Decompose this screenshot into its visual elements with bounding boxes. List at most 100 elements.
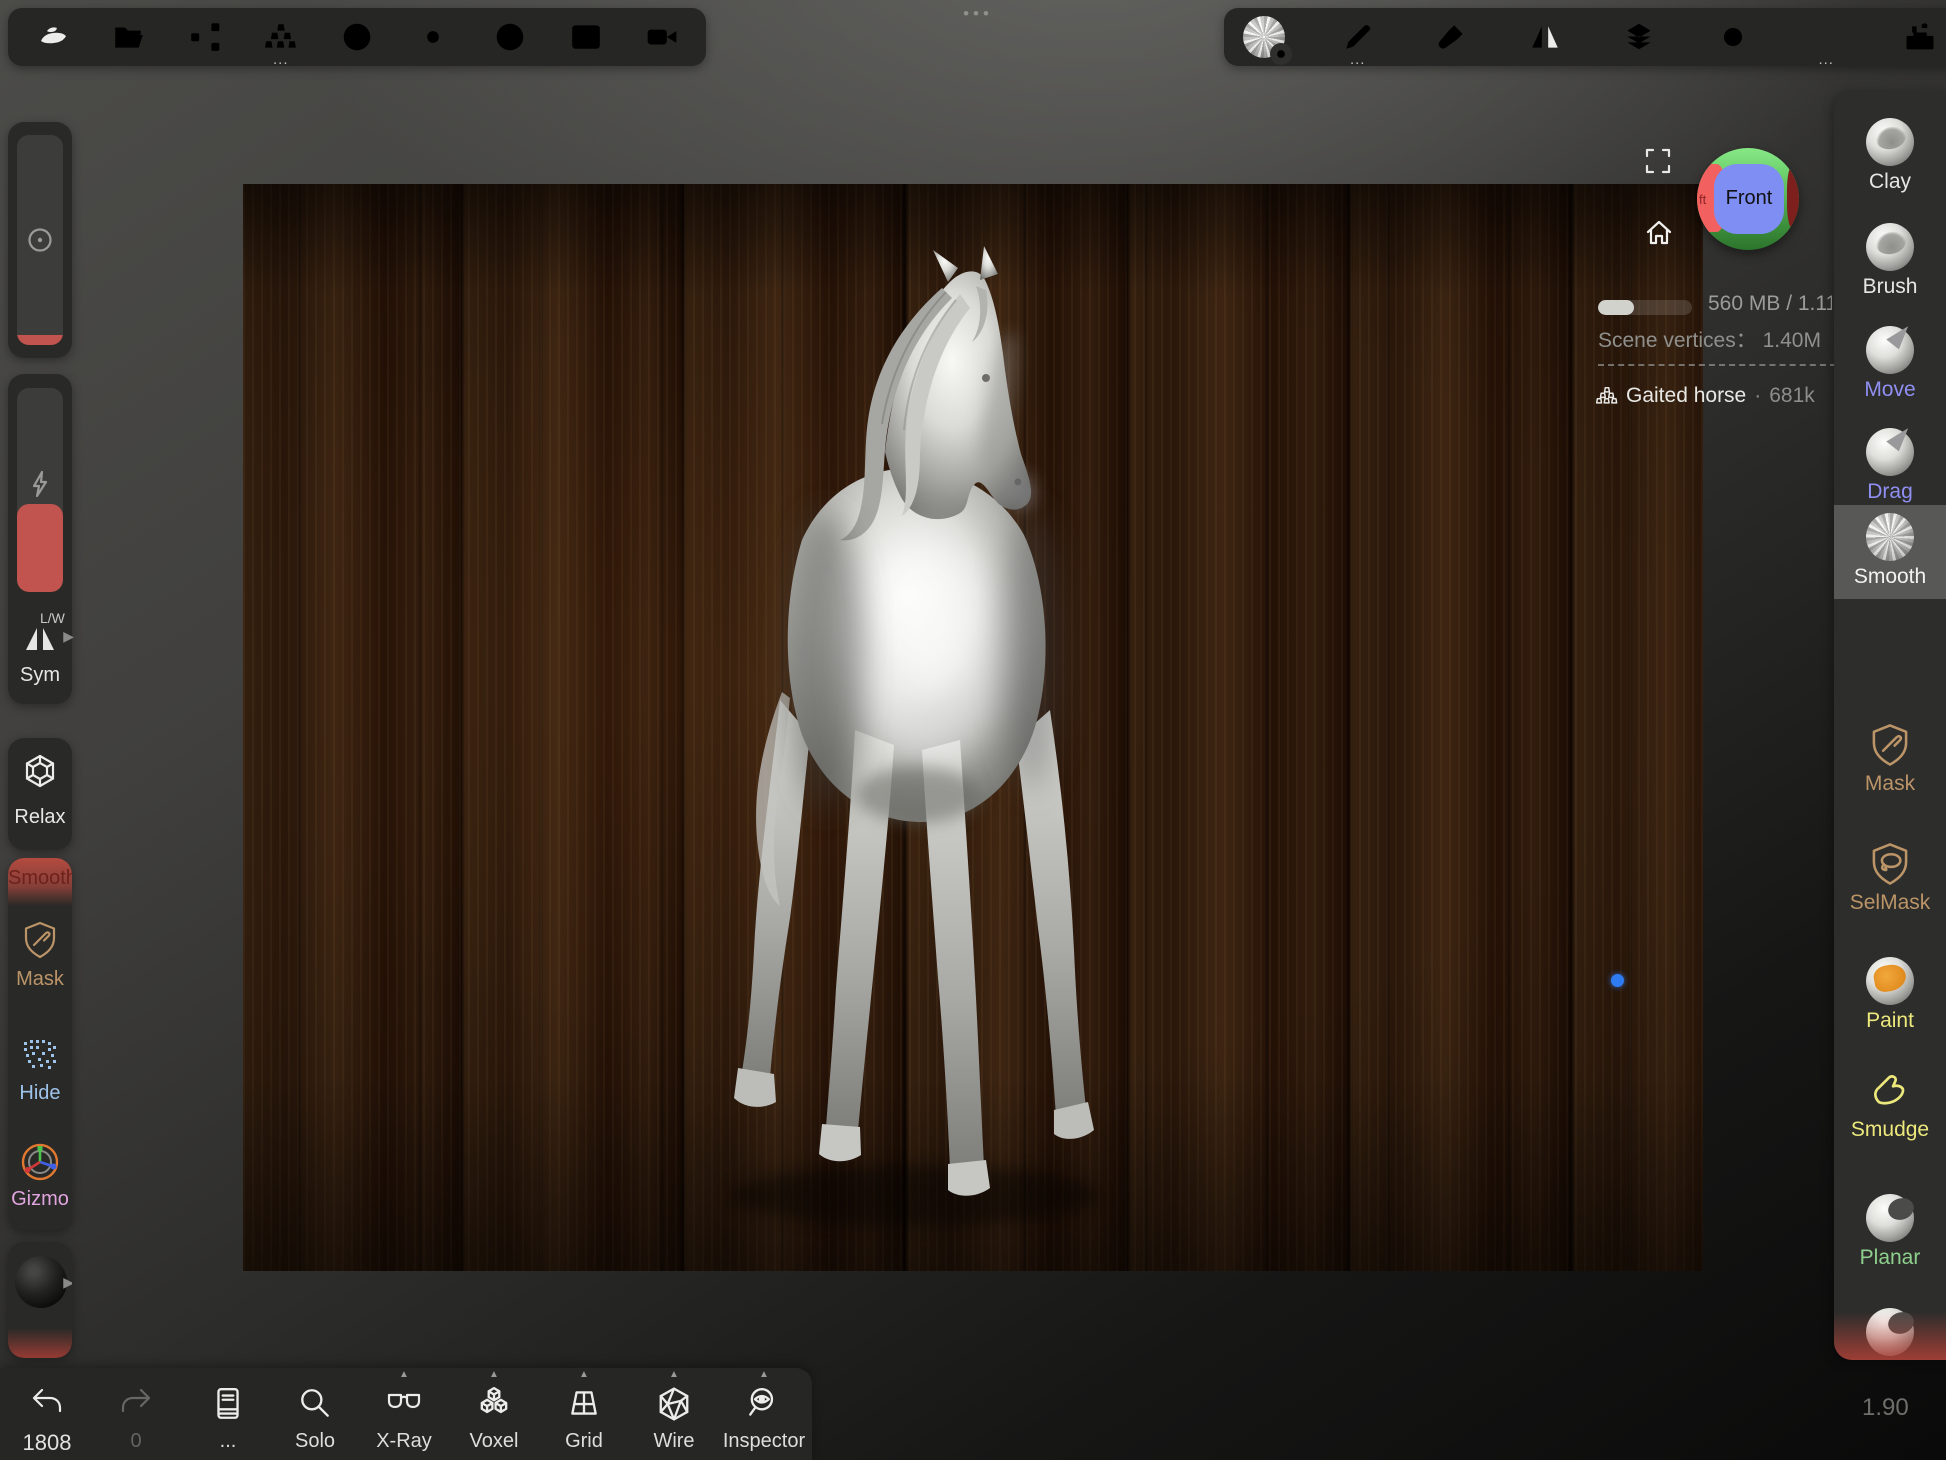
mesh-pyramid-icon [1596, 385, 1618, 407]
mask-label: Mask [8, 968, 72, 991]
gizmo-front-face[interactable]: Front [1714, 164, 1783, 233]
swipe-up-caret-icon: ▲ [628, 1369, 720, 1380]
tool-planar[interactable]: Planar [1834, 1190, 1946, 1286]
tool-brush[interactable]: Brush [1834, 219, 1946, 315]
gizmo-axes-icon [18, 1140, 62, 1189]
object-separator: · [1754, 384, 1761, 408]
settings-gear-icon[interactable] [1711, 15, 1755, 59]
toggle-label: X-Ray [358, 1430, 450, 1453]
scene-vertices-stat: Scene vertices： 1.40M [1598, 324, 1838, 354]
app-logo-icon[interactable] [30, 15, 74, 59]
files-folder-icon[interactable] [106, 15, 150, 59]
orientation-gizmo-ball[interactable]: Front ft [1697, 148, 1799, 250]
toggle-xray[interactable]: ▲ X-Ray [358, 1368, 450, 1460]
planar-sphere-thumb [1866, 1194, 1914, 1242]
relax-button[interactable]: Relax [8, 738, 72, 850]
primitives-pyramid-icon[interactable]: ... [259, 15, 303, 59]
tool-label: Planar [1834, 1246, 1946, 1270]
material-expand-caret-icon[interactable]: ▶ [63, 1274, 72, 1291]
tool-label: Paint [1834, 1009, 1946, 1033]
object-name: Gaited horse [1626, 384, 1746, 408]
drag-sphere-thumb [1866, 428, 1914, 476]
tool-label: Smooth [1834, 565, 1946, 589]
selmask-shield-lasso-icon [1868, 841, 1912, 887]
gizmo-button[interactable]: Gizmo [8, 1124, 72, 1230]
material-sphere-icon[interactable] [335, 15, 379, 59]
toggle-voxel[interactable]: ▲ Voxel [448, 1368, 540, 1460]
intensity-sym-panel: L/W ▶ Sym [8, 374, 72, 704]
toggle-label: Grid [538, 1430, 630, 1453]
tool-mask[interactable]: Mask [1834, 716, 1946, 812]
object-vertex-count: 681k [1769, 384, 1815, 408]
horse-model[interactable] [630, 230, 1190, 1270]
undo-button[interactable]: 1808 [1, 1368, 93, 1460]
layers-icon[interactable] [1617, 15, 1661, 59]
tool-label: Smudge [1834, 1118, 1946, 1142]
sculpt-viewport[interactable] [243, 184, 1703, 1271]
tool-paint[interactable]: Paint [1834, 953, 1946, 1049]
tool-move[interactable]: Move [1834, 322, 1946, 418]
sym-button[interactable]: L/W ▶ Sym [8, 602, 72, 698]
undo-count: 1808 [1, 1430, 93, 1456]
redo-button[interactable]: 0 [90, 1368, 182, 1460]
mask-button[interactable]: Mask [8, 896, 72, 1014]
material-ball[interactable] [15, 1256, 67, 1308]
brush-sphere-thumb [1866, 223, 1914, 271]
memory-usage-fill [1598, 300, 1634, 315]
toggle-solo[interactable]: Solo [269, 1368, 361, 1460]
sym-mirror-icon [23, 624, 57, 654]
radius-slider[interactable] [17, 135, 63, 345]
home-view-icon[interactable] [1644, 218, 1674, 248]
intensity-slider[interactable] [17, 388, 63, 592]
render-aperture-icon[interactable] [488, 15, 532, 59]
adjustments-sliders-icon[interactable]: ... [1804, 15, 1848, 59]
tool-label: Mask [1834, 772, 1946, 796]
toolbox-icon[interactable] [1898, 15, 1942, 59]
mask-shield-brush-icon [1868, 722, 1912, 768]
radius-slider-fill [17, 335, 63, 345]
history-button[interactable]: ... [182, 1368, 274, 1460]
tool-smudge[interactable]: Smudge [1834, 1062, 1946, 1158]
toggle-label: Solo [269, 1430, 361, 1453]
scene-vertices-value: 1.40M [1763, 329, 1821, 352]
painting-brush-icon[interactable] [1429, 15, 1473, 59]
toggle-wire[interactable]: ▲ Wire [628, 1368, 720, 1460]
symmetry-mirror-icon[interactable] [1523, 15, 1567, 59]
fullscreen-icon[interactable] [1643, 146, 1673, 176]
tool-selmask[interactable]: SelMask [1834, 835, 1946, 931]
toggle-grid[interactable]: ▲ Grid [538, 1368, 630, 1460]
scene-graph-icon[interactable] [183, 15, 227, 59]
background-image-icon[interactable] [564, 15, 608, 59]
bottom-toolbar: 1808 0 ... Solo ▲ X-Ray [0, 1368, 812, 1460]
toggle-label: Wire [628, 1430, 720, 1453]
paint-sphere-thumb [1866, 957, 1914, 1005]
stroke-pencil-icon[interactable]: ... [1336, 15, 1380, 59]
memory-usage-text: 560 MB / 1.11 G [1708, 292, 1832, 318]
hide-button[interactable]: Hide [8, 1010, 72, 1128]
toggle-inspector[interactable]: ▲ Inspector [718, 1368, 810, 1460]
active-object-row[interactable]: Gaited horse · 681k [1596, 384, 1815, 408]
perspective-grid-icon [566, 1386, 602, 1420]
mask-shield-brush-icon [21, 920, 59, 960]
lighting-sun-icon[interactable] [411, 15, 455, 59]
camera-video-icon[interactable] [640, 15, 684, 59]
swipe-up-caret-icon: ▲ [718, 1369, 810, 1380]
smudge-finger-icon [1868, 1068, 1912, 1112]
voxel-cubes-icon [476, 1386, 512, 1422]
mask-hide-gizmo-panel: Smooth Mask Hide [8, 858, 72, 1230]
gizmo-right-face[interactable] [1787, 166, 1799, 227]
swipe-up-caret-icon: ▲ [448, 1369, 540, 1380]
relax-web-icon [21, 752, 59, 790]
brush-gear-badge-icon[interactable] [1270, 43, 1292, 65]
hide-label: Hide [8, 1082, 72, 1105]
brush-alpha-sphere[interactable] [1242, 15, 1286, 59]
front-face-label: Front [1726, 187, 1773, 210]
intensity-slider-fill [17, 504, 63, 592]
relax-panel: Relax [8, 738, 72, 850]
sym-expand-caret-icon[interactable]: ▶ [63, 628, 74, 645]
window-drag-handle[interactable]: ••• [938, 4, 1018, 24]
tool-clay[interactable]: Clay [1834, 114, 1946, 210]
history-journal-icon [211, 1386, 245, 1422]
tool-smooth[interactable]: Smooth [1834, 505, 1946, 599]
move-sphere-thumb [1866, 326, 1914, 374]
